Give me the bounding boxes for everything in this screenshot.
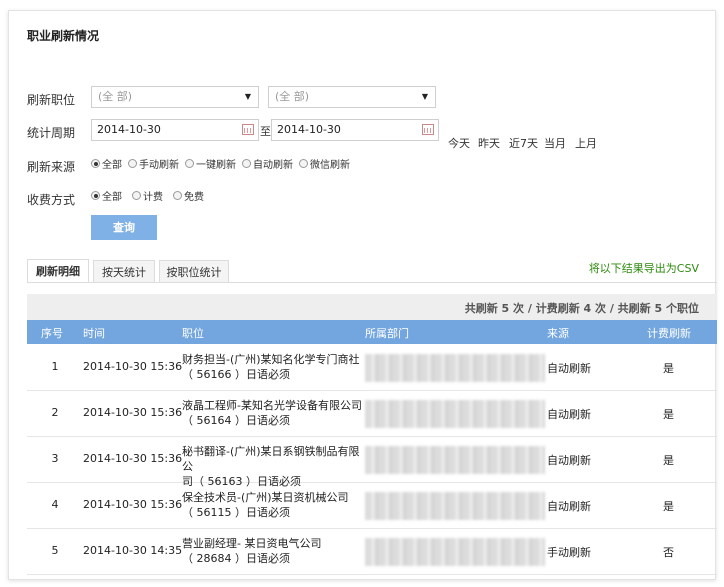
header-fee-refresh: 计费刷新: [647, 327, 691, 340]
quick-yesterday[interactable]: 昨天: [478, 135, 500, 151]
row-position[interactable]: 液晶工程师-某知名光学设备有限公司（ 56164 ）日语必须: [182, 398, 364, 428]
tab-divider: [27, 282, 717, 283]
source-option-manual[interactable]: 手动刷新: [128, 156, 179, 171]
row-source: 自动刷新: [547, 454, 591, 467]
table-row: 1 2014-10-30 15:36 财务担当-(广州)某知名化学专门商社（ 5…: [27, 344, 717, 391]
table-header: 序号 时间 职位 所属部门 来源 计费刷新: [27, 320, 717, 344]
header-source: 来源: [547, 327, 569, 340]
row-fee: 是: [663, 362, 674, 375]
fee-label: 收费方式: [27, 193, 76, 207]
quick-this-month[interactable]: 当月: [544, 135, 566, 151]
position-select-2[interactable]: (全 部) ▼: [268, 86, 436, 108]
row-seq: 5: [51, 544, 59, 557]
header-position: 职位: [182, 327, 204, 340]
dropdown-arrow-icon: ▼: [244, 92, 251, 101]
fee-option-all[interactable]: 全部: [91, 188, 122, 203]
row-time: 2014-10-30 14:35: [83, 544, 183, 557]
row-fee: 否: [663, 546, 674, 559]
row-time: 2014-10-30 15:36: [83, 452, 183, 465]
summary-bar: 共刷新 5 次 / 计费刷新 4 次 / 共刷新 5 个职位: [27, 294, 717, 320]
row-time: 2014-10-30 15:36: [83, 498, 183, 511]
end-date-input[interactable]: 2014-10-30: [271, 119, 439, 141]
source-label: 刷新来源: [27, 160, 76, 174]
period-to-label: 至: [260, 125, 271, 138]
row-fee: 是: [663, 454, 674, 467]
table-row: 3 2014-10-30 15:36 秘书翻译-(广州)某日系钢铁制品有限公 司（…: [27, 436, 717, 488]
start-date-value: 2014-10-30: [97, 123, 161, 136]
row-position[interactable]: 保全技术员-(广州)某日资机械公司（ 56115 ）日语必须: [182, 490, 364, 520]
fee-option-paid[interactable]: 计费: [132, 188, 163, 203]
radio-icon[interactable]: [185, 159, 194, 168]
row-source: 手动刷新: [547, 546, 591, 559]
calendar-icon[interactable]: [242, 124, 254, 135]
end-date-value: 2014-10-30: [277, 123, 341, 136]
row-department-blurred: [365, 446, 545, 474]
row-fee: 是: [663, 500, 674, 513]
quick-last-7-days[interactable]: 近7天: [509, 135, 538, 151]
header-department: 所属部门: [365, 327, 409, 340]
period-label: 统计周期: [27, 126, 76, 140]
row-department-blurred: [365, 400, 545, 428]
dropdown-arrow-icon: ▼: [421, 92, 428, 101]
table-row: 5 2014-10-30 14:35 营业副经理- 某日资电气公司（ 28684…: [27, 528, 717, 575]
row-fee: 是: [663, 408, 674, 421]
row-department-blurred: [365, 538, 545, 566]
row-time: 2014-10-30 15:36: [83, 406, 183, 419]
row-source: 自动刷新: [547, 500, 591, 513]
row-department-blurred: [365, 354, 545, 382]
row-position[interactable]: 营业副经理- 某日资电气公司（ 28684 ）日语必须: [182, 536, 364, 566]
row-seq: 1: [51, 360, 59, 373]
radio-icon[interactable]: [299, 159, 308, 168]
radio-icon[interactable]: [242, 159, 251, 168]
table-row: 2 2014-10-30 15:36 液晶工程师-某知名光学设备有限公司（ 56…: [27, 390, 717, 437]
radio-icon[interactable]: [173, 191, 182, 200]
row-position[interactable]: 财务担当-(广州)某知名化学专门商社（ 56166 ）日语必须: [182, 352, 364, 382]
header-seq: 序号: [41, 327, 63, 340]
calendar-icon[interactable]: [422, 124, 434, 135]
row-seq: 4: [51, 498, 59, 511]
radio-icon[interactable]: [128, 159, 137, 168]
row-source: 自动刷新: [547, 362, 591, 375]
fee-option-free[interactable]: 免费: [173, 188, 204, 203]
row-source: 自动刷新: [547, 408, 591, 421]
source-option-wechat[interactable]: 微信刷新: [299, 156, 350, 171]
quick-last-month[interactable]: 上月: [575, 135, 597, 151]
source-radio-group: 全部 手动刷新 一键刷新 自动刷新 微信刷新: [91, 156, 356, 171]
radio-checked-icon[interactable]: [91, 159, 100, 168]
source-option-auto[interactable]: 自动刷新: [242, 156, 293, 171]
radio-icon[interactable]: [132, 191, 141, 200]
radio-checked-icon[interactable]: [91, 191, 100, 200]
tab-refresh-detail[interactable]: 刷新明细: [27, 259, 89, 283]
page-title: 职业刷新情况: [27, 29, 100, 43]
position-label: 刷新职位: [27, 93, 76, 107]
tab-position-stats[interactable]: 按职位统计: [159, 260, 229, 283]
row-seq: 2: [51, 406, 59, 419]
tab-daily-stats[interactable]: 按天统计: [93, 260, 155, 283]
position-select-1-value: (全 部): [98, 90, 133, 103]
fee-radio-group: 全部 计费 免费: [91, 188, 210, 203]
source-option-one-click[interactable]: 一键刷新: [185, 156, 236, 171]
row-seq: 3: [51, 452, 59, 465]
row-department-blurred: [365, 492, 545, 520]
export-csv-link[interactable]: 将以下结果导出为CSV: [589, 260, 699, 276]
main-panel: 职业刷新情况 刷新职位 (全 部) ▼ (全 部) ▼ 统计周期 2014-10…: [8, 10, 717, 580]
table-row: 4 2014-10-30 15:36 保全技术员-(广州)某日资机械公司（ 56…: [27, 482, 717, 529]
header-time: 时间: [83, 327, 105, 340]
summary-text: 共刷新 5 次 / 计费刷新 4 次 / 共刷新 5 个职位: [464, 302, 699, 315]
quick-today[interactable]: 今天: [448, 135, 470, 151]
row-time: 2014-10-30 15:36: [83, 360, 183, 373]
source-option-all[interactable]: 全部: [91, 156, 122, 171]
query-button[interactable]: 查询: [91, 215, 157, 240]
position-select-1[interactable]: (全 部) ▼: [91, 86, 259, 108]
position-select-2-value: (全 部): [275, 90, 310, 103]
start-date-input[interactable]: 2014-10-30: [91, 119, 259, 141]
